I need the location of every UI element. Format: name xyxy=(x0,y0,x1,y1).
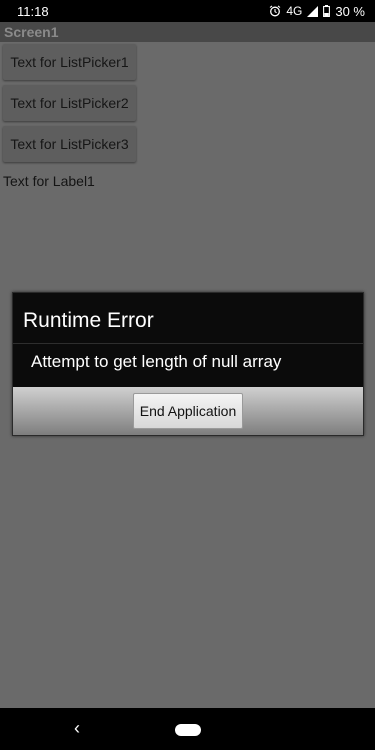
battery-percentage: 30 % xyxy=(335,3,365,19)
navigation-bar: ‹ xyxy=(0,708,375,750)
list-picker-1[interactable]: Text for ListPicker1 xyxy=(3,44,136,80)
runtime-error-dialog: Runtime Error Attempt to get length of n… xyxy=(12,292,364,436)
app-title-bar: Screen1 xyxy=(0,22,375,42)
screen-title: Screen1 xyxy=(4,24,59,40)
end-application-button[interactable]: End Application xyxy=(133,393,243,429)
list-picker-2[interactable]: Text for ListPicker2 xyxy=(3,85,136,121)
dialog-button-bar: End Application xyxy=(13,387,363,435)
status-bar: 11:18 4G 30 % xyxy=(0,0,375,22)
status-time: 11:18 xyxy=(17,3,49,19)
alarm-icon xyxy=(269,5,281,17)
dialog-divider xyxy=(13,343,363,344)
dialog-message: Attempt to get length of null array xyxy=(31,352,282,371)
back-icon[interactable]: ‹ xyxy=(74,718,80,739)
home-pill-icon[interactable] xyxy=(175,724,201,736)
dialog-title: Runtime Error xyxy=(23,309,154,332)
label-1: Text for Label1 xyxy=(3,173,95,189)
list-picker-3[interactable]: Text for ListPicker3 xyxy=(3,126,136,162)
status-indicators: 4G 30 % xyxy=(269,4,365,19)
signal-icon xyxy=(307,5,319,17)
network-type: 4G xyxy=(286,4,303,18)
battery-icon xyxy=(323,5,331,17)
